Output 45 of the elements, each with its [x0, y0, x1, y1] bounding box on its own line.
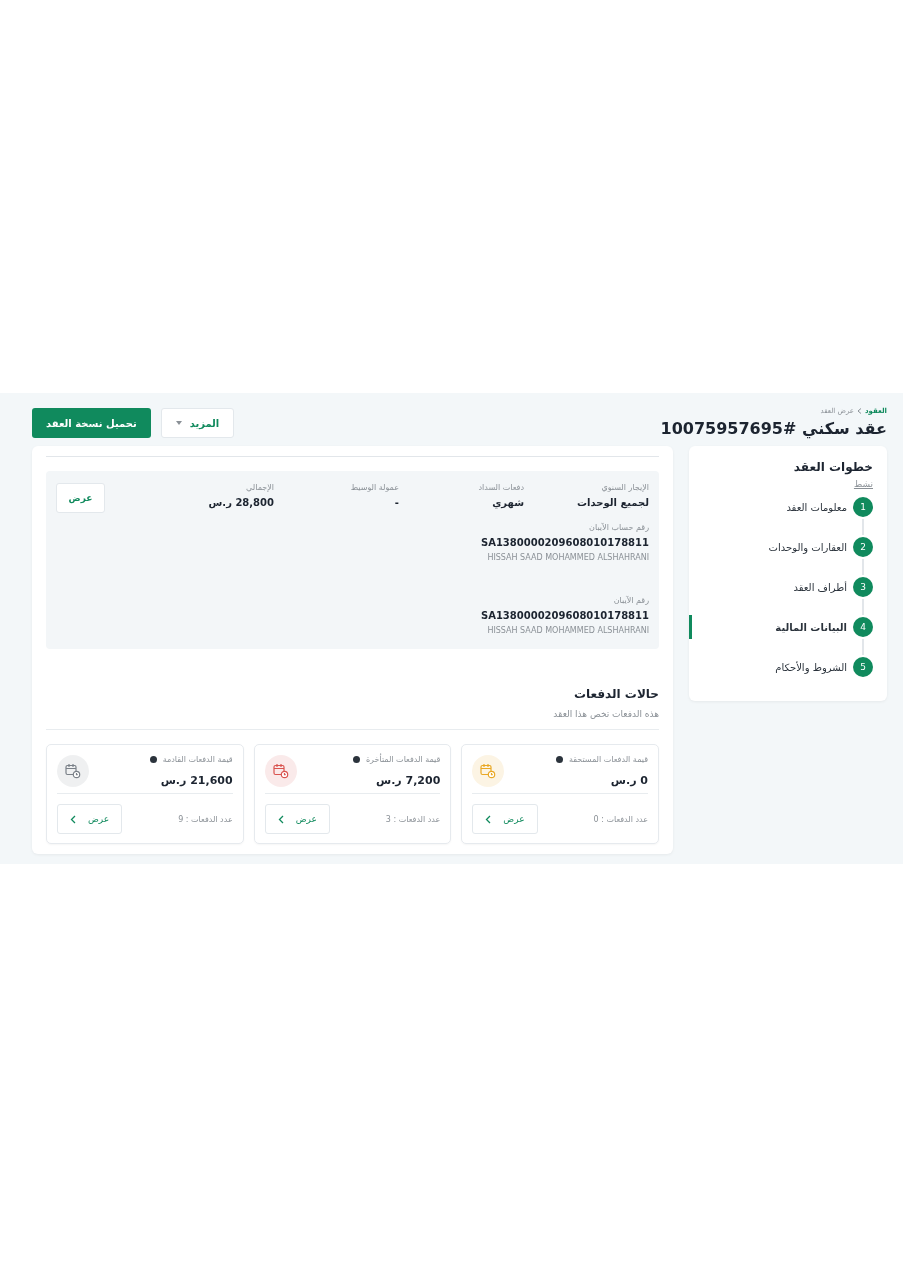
field-label: الإجمالي	[245, 483, 274, 492]
panel-title: خطوات العقد	[792, 460, 873, 474]
status-text: نشط	[853, 479, 873, 489]
account-holder: HISSAH SAAD MOHAMMED ALSHAHRANI	[486, 626, 649, 635]
page-title: عقد سكني #10075957695	[660, 419, 887, 438]
view-button[interactable]: عرض	[472, 804, 538, 834]
iban-number: SA1380000209608010178811	[479, 537, 649, 548]
view-button[interactable]: عرض	[57, 804, 123, 834]
field-label: عمولة الوسيط	[349, 483, 399, 492]
more-dropdown-button[interactable]: المزيد	[160, 408, 235, 438]
card-label: قيمة الدفعات المستحقة	[568, 755, 648, 764]
info-icon	[352, 756, 360, 763]
payment-count: عدد الدفعات : 9	[178, 814, 233, 824]
field-label: دفعات السداد	[477, 483, 524, 492]
calendar-clock-icon	[272, 763, 289, 779]
download-contract-button[interactable]: تحميل نسخة العقد	[32, 408, 151, 438]
field-value: شهري	[491, 497, 524, 508]
chevron-left-icon	[857, 408, 862, 414]
card-amount: 0 ر.س	[609, 774, 648, 787]
card-label: قيمة الدفعات القادمة	[162, 755, 233, 764]
field-label: الإيجار السنوي	[600, 483, 649, 492]
field-value: لجميع الوحدات	[576, 497, 649, 508]
view-button[interactable]: عرض	[264, 804, 330, 834]
card-amount: 21,600 ر.س	[159, 774, 233, 787]
card-amount: 7,200 ر.س	[375, 774, 441, 787]
card-label: قيمة الدفعات المتأخرة	[365, 755, 441, 764]
account-holder: HISSAH SAAD MOHAMMED ALSHAHRANI	[486, 553, 649, 562]
payment-count: عدد الدفعات : 3	[385, 814, 441, 824]
section-subtitle: هذه الدفعات تخص هذا العقد	[46, 709, 659, 730]
info-icon	[555, 756, 563, 763]
payment-count: عدد الدفعات : 0	[593, 814, 648, 824]
info-icon	[149, 756, 157, 763]
view-button[interactable]: عرض	[56, 483, 105, 513]
iban-number: SA1380000209608010178811	[479, 610, 649, 621]
chevron-left-icon	[277, 814, 284, 824]
chevron-left-icon	[485, 814, 492, 824]
field-value: -	[393, 497, 399, 508]
chevron-left-icon	[70, 814, 76, 824]
field-label: رقم الآيبان	[612, 596, 649, 605]
section-title: حالات الدفعات	[572, 687, 659, 701]
calendar-clock-icon	[480, 763, 497, 779]
field-label: رقم حساب الآيبان	[588, 523, 649, 532]
calendar-clock-icon	[65, 763, 81, 779]
caret-icon	[175, 421, 182, 425]
field-value: 28,800 ر.س	[207, 497, 274, 508]
